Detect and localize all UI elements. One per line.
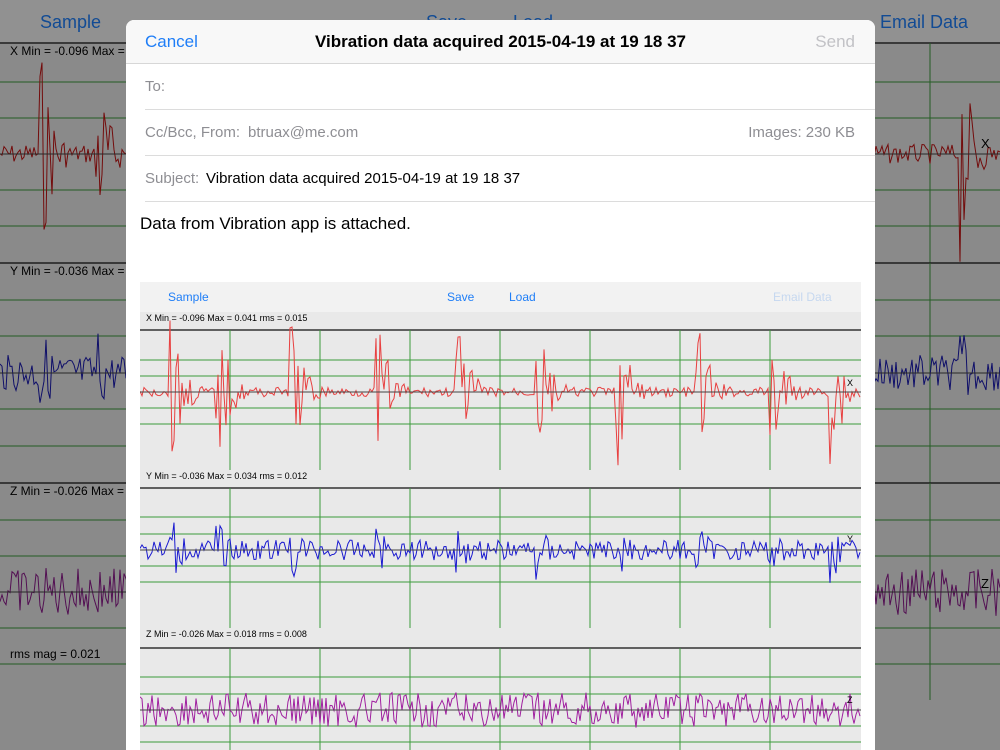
message-body[interactable]: Data from Vibration app is attached. [140, 214, 411, 234]
compose-title: Vibration data acquired 2015-04-19 at 19… [314, 32, 687, 51]
attached-screenshot-image: Sample Save Load Email Data X Min = -0.0… [140, 282, 861, 750]
cc-bcc-from-label: Cc/Bcc, From: [145, 124, 241, 141]
attachment-z-plot-label: Z Min = -0.026 Max = 0.018 rms = 0.008 [146, 629, 307, 639]
attachment-y-axis-letter: Y [847, 534, 854, 544]
cc-bcc-from-field[interactable]: Cc/Bcc, From: btruax@me.com Images: 230 … [145, 110, 875, 156]
attachment-plots [140, 320, 861, 750]
attachment-x-plot-label: X Min = -0.096 Max = 0.041 rms = 0.015 [146, 313, 308, 323]
attachment-x-axis-letter: X [847, 378, 854, 388]
images-size: 230 KB [805, 124, 855, 141]
subject-label: Subject: [145, 170, 200, 187]
mail-compose-sheet: Cancel Vibration data acquired 2015-04-1… [126, 20, 875, 750]
to-label: To: [145, 78, 166, 95]
from-address[interactable]: btruax@me.com [248, 124, 358, 141]
subject-input[interactable]: Vibration data acquired 2015-04-19 at 19… [206, 170, 520, 187]
images-label: Images: [748, 124, 802, 141]
subject-field[interactable]: Subject: Vibration data acquired 2015-04… [145, 156, 875, 202]
attachment-z-axis-letter: Z [847, 695, 853, 705]
to-field[interactable]: To: [145, 64, 875, 110]
images-size-info[interactable]: Images: 230 KB [748, 124, 855, 141]
attachment-y-plot-label: Y Min = -0.036 Max = 0.034 rms = 0.012 [146, 471, 308, 481]
compose-nav-bar: Cancel Vibration data acquired 2015-04-1… [126, 20, 875, 64]
send-button[interactable]: Send [815, 32, 855, 52]
